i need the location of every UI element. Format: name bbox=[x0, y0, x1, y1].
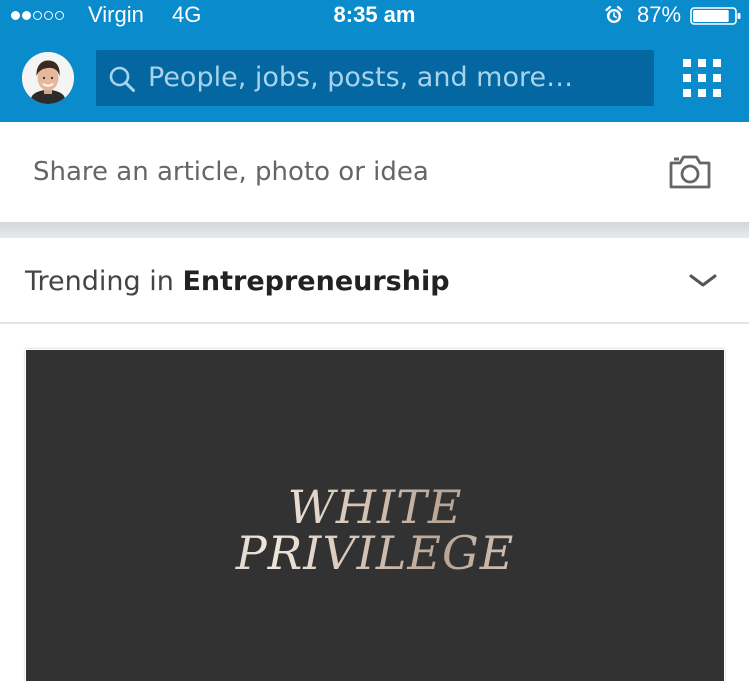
article-image-title-line2: PRIVILEGE bbox=[26, 528, 724, 578]
search-placeholder: People, jobs, posts, and more… bbox=[148, 62, 574, 93]
article-image[interactable]: WHITE PRIVILEGE bbox=[26, 350, 724, 681]
battery-fill bbox=[693, 10, 729, 22]
feed-separator bbox=[0, 222, 749, 238]
feed-content: WHITE PRIVILEGE bbox=[0, 324, 749, 681]
camera-icon[interactable] bbox=[668, 154, 712, 190]
avatar-photo bbox=[22, 52, 74, 104]
trending-header[interactable]: Trending in Entrepreneurship bbox=[0, 238, 749, 324]
trending-topic: Entrepreneurship bbox=[182, 266, 450, 297]
battery-icon bbox=[690, 7, 741, 25]
battery-percentage: 87% bbox=[637, 2, 682, 27]
search-icon bbox=[109, 66, 135, 92]
share-prompt: Share an article, photo or idea bbox=[33, 157, 429, 187]
status-bar: Virgin 4G 8:35 am 87% bbox=[0, 0, 749, 30]
linkedin-feed-screen: Virgin 4G 8:35 am 87% People, jobs, post… bbox=[0, 0, 749, 681]
trending-prefix: Trending in bbox=[25, 266, 174, 297]
search-input[interactable]: People, jobs, posts, and more… bbox=[96, 50, 654, 106]
article-image-title-line1: WHITE bbox=[26, 482, 724, 532]
chevron-down-icon[interactable] bbox=[688, 272, 718, 290]
profile-avatar[interactable] bbox=[22, 52, 74, 104]
apps-grid-icon[interactable] bbox=[683, 59, 721, 97]
trending-label: Trending in Entrepreneurship bbox=[25, 238, 450, 322]
share-post-bar[interactable]: Share an article, photo or idea bbox=[0, 122, 749, 222]
trending-article-card[interactable]: WHITE PRIVILEGE bbox=[25, 349, 725, 681]
app-header: People, jobs, posts, and more… bbox=[0, 30, 749, 122]
alarm-icon bbox=[605, 5, 623, 23]
